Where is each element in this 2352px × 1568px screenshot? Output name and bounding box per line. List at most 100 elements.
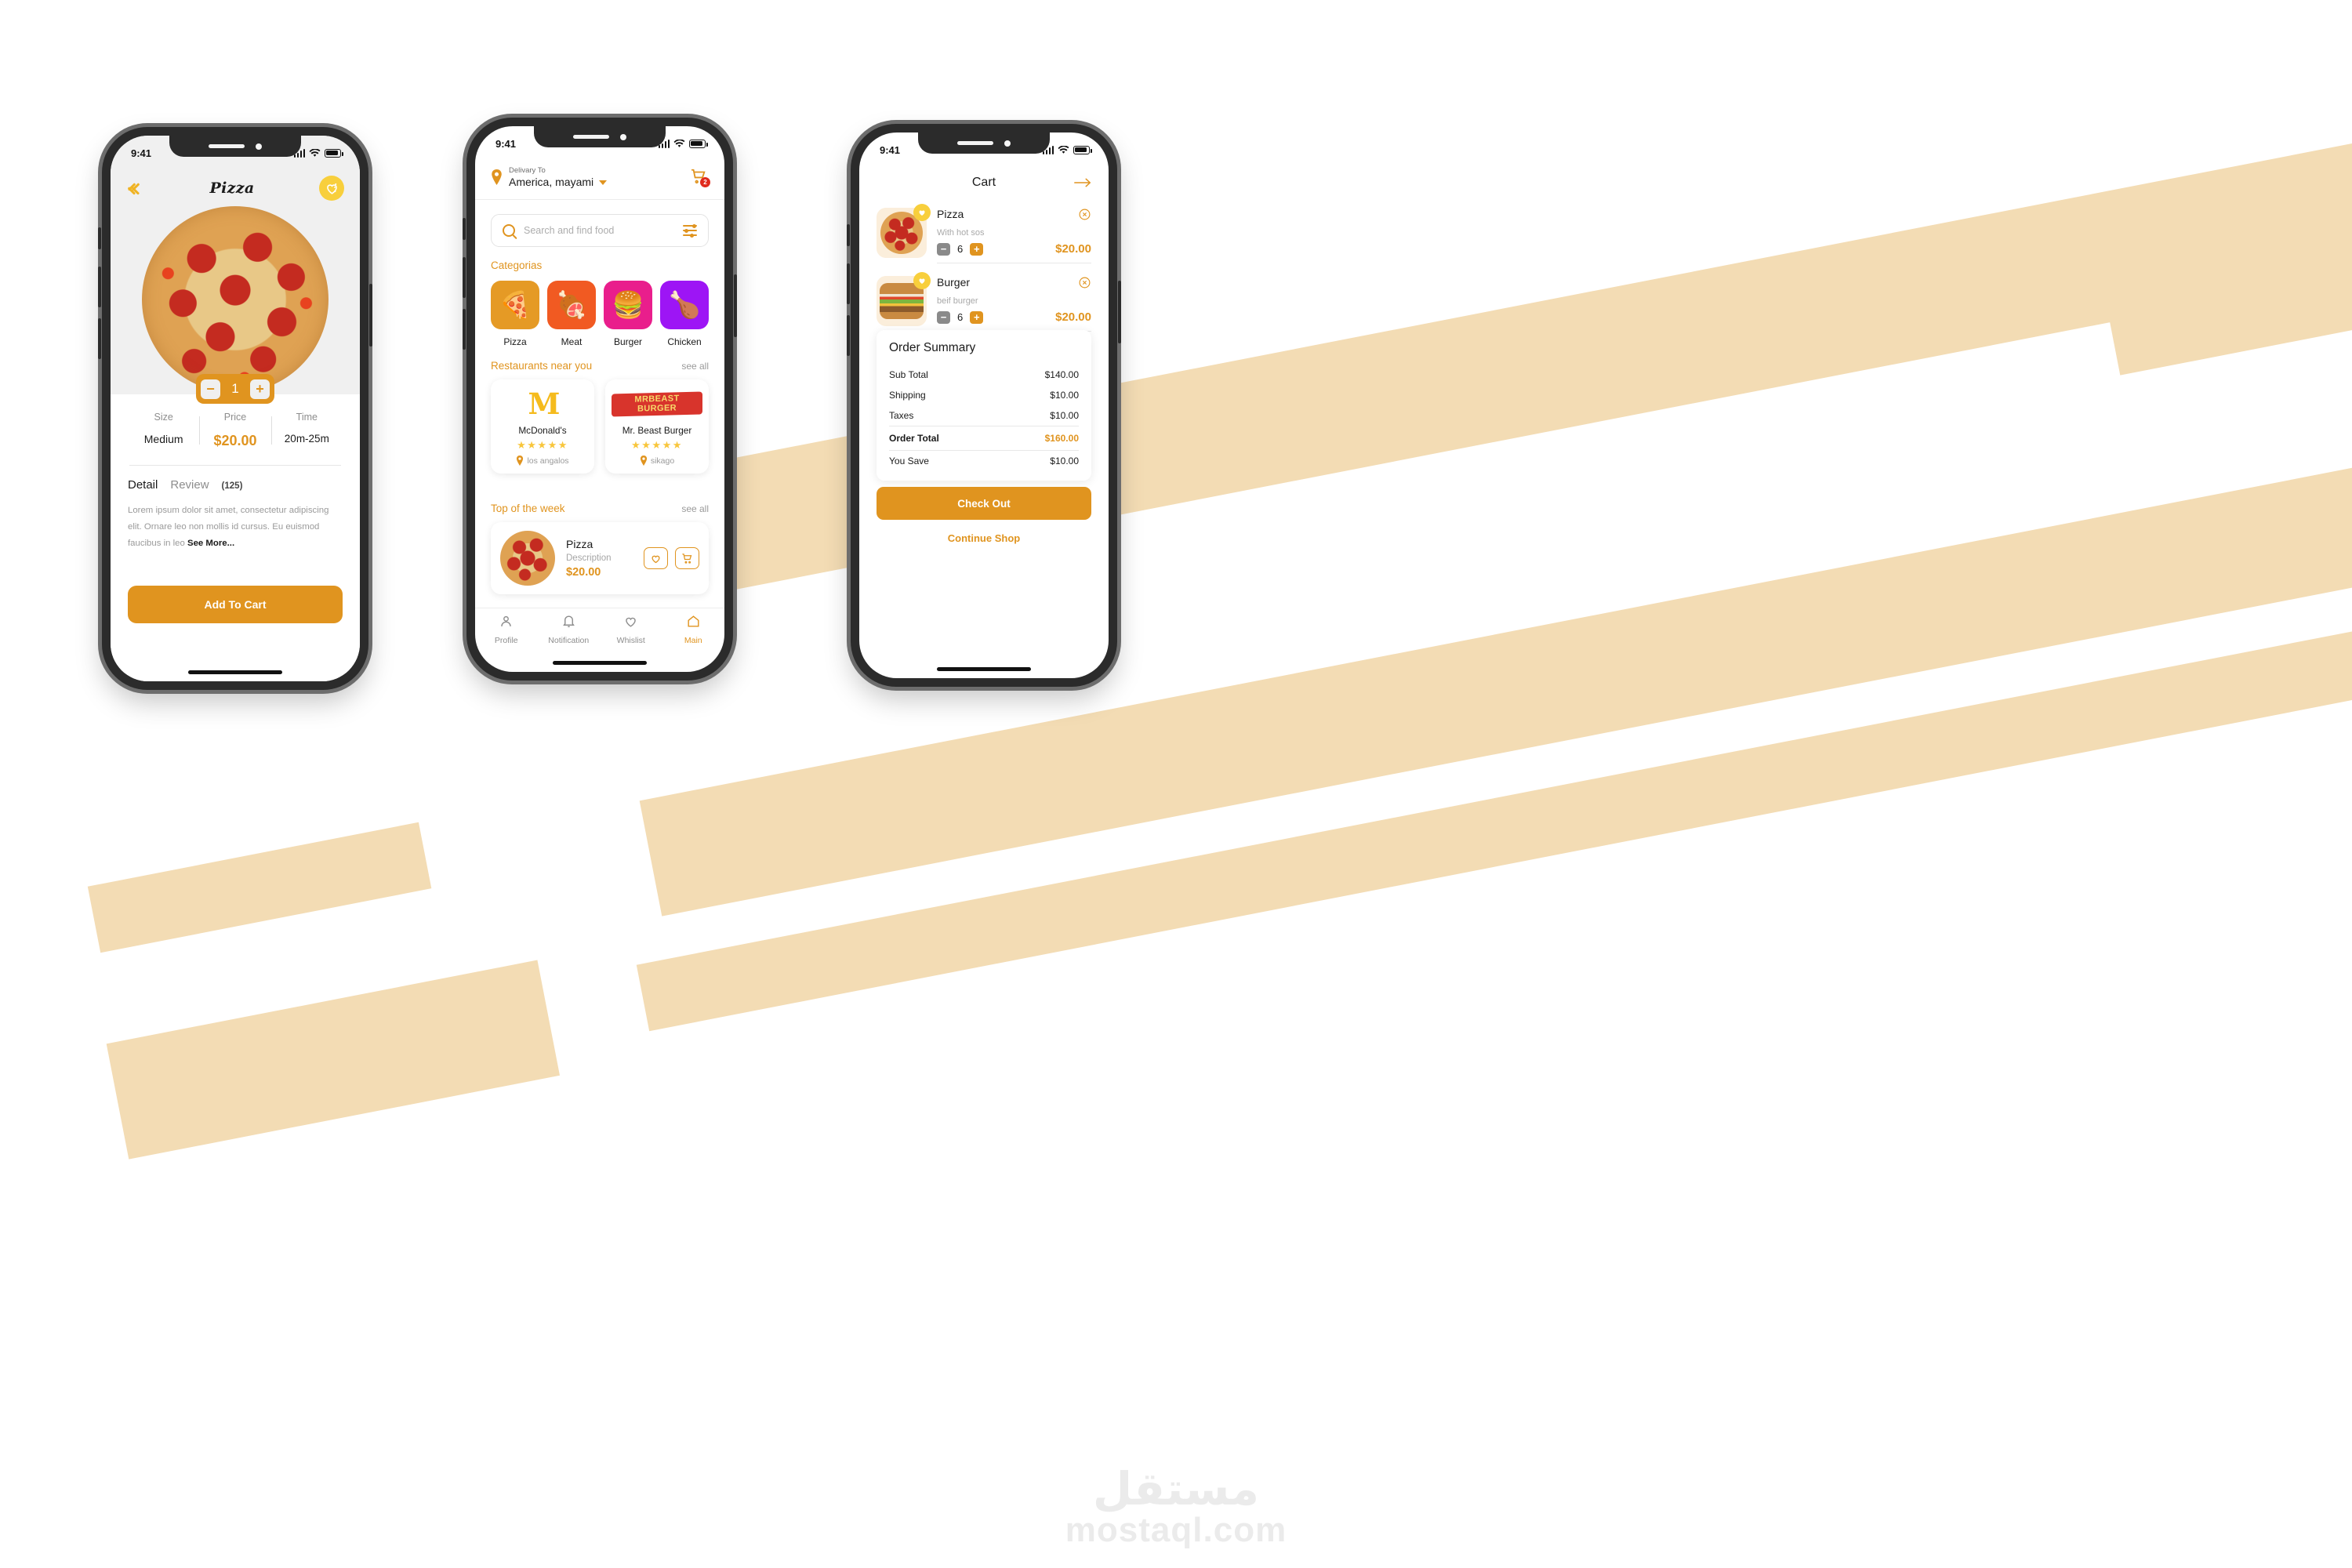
tab-main[interactable]: Main — [662, 614, 725, 647]
category-item-meat[interactable]: 🍖 Meat — [547, 281, 596, 347]
tab-whislist[interactable]: Whislist — [600, 614, 662, 647]
phone-power-button[interactable] — [1118, 281, 1121, 343]
phone-volume-up-button[interactable] — [98, 267, 101, 307]
front-camera — [256, 143, 262, 150]
phone-mockup-cart: 9:41 Cart Pizza With hot sos − 6 + $20.0… — [847, 124, 1121, 687]
spec-price-label: Price — [223, 412, 247, 423]
phone-volume-down-button[interactable] — [847, 315, 850, 356]
quantity-stepper[interactable]: − 1 + — [196, 374, 274, 404]
pizza-icon: 🍕 — [491, 281, 539, 329]
home-indicator[interactable] — [553, 661, 647, 665]
summary-value: $160.00 — [1044, 433, 1079, 444]
page-title: Cart — [971, 176, 996, 189]
bell-icon — [562, 615, 575, 627]
tab-notification[interactable]: Notification — [538, 614, 601, 647]
restaurant-card-mcdonalds[interactable]: M McDonald's ★★★★★ los angalos — [491, 379, 594, 474]
continue-shop-link[interactable]: Continue Shop — [859, 532, 1109, 544]
categories-row: 🍕 Pizza 🍖 Meat 🍔 Burger 🍗 Chicken — [491, 281, 709, 347]
summary-row-you-save: You Save $10.00 — [889, 451, 1079, 471]
summary-label: You Save — [889, 456, 929, 466]
category-item-burger[interactable]: 🍔 Burger — [604, 281, 652, 347]
search-input[interactable]: Search and find food — [491, 214, 709, 247]
status-time: 9:41 — [880, 143, 901, 156]
filter-sliders-icon[interactable] — [683, 223, 697, 238]
close-circle-icon[interactable] — [1078, 208, 1091, 225]
quantity-decrease-button[interactable]: − — [201, 379, 220, 399]
product-details-panel: Size Medium Price $20.00 Time 20m-25m De… — [111, 394, 360, 681]
summary-row-order-total: Order Total $160.00 — [889, 426, 1079, 451]
order-summary-title: Order Summary — [889, 341, 976, 354]
background-band — [87, 822, 432, 953]
cart-item-name: Burger — [937, 276, 971, 289]
category-label: Meat — [561, 336, 583, 347]
phone-power-button[interactable] — [369, 284, 372, 347]
categories-title: Categorias — [491, 260, 543, 271]
wifi-icon — [673, 139, 685, 147]
location-pin-icon — [640, 456, 647, 466]
search-placeholder: Search and find food — [524, 225, 615, 236]
cart-count-badge: 2 — [700, 177, 710, 188]
chevron-down-icon[interactable] — [599, 180, 608, 186]
increase-quantity-button[interactable]: + — [970, 310, 984, 324]
tab-profile[interactable]: Profile — [475, 614, 538, 647]
restaurants-title: Restaurants near you — [491, 360, 593, 372]
food-thumbnail — [500, 531, 555, 586]
heart-favorite-icon[interactable] — [319, 176, 344, 201]
back-arrow-icon[interactable] — [126, 179, 145, 198]
food-info: Pizza Description $20.00 — [566, 538, 633, 579]
restaurants-see-all-link[interactable]: see all — [681, 361, 709, 372]
phone-volume-up-button[interactable] — [463, 257, 466, 298]
decrease-quantity-button[interactable]: − — [937, 310, 950, 324]
home-indicator[interactable] — [188, 670, 282, 674]
top-of-week-see-all-link[interactable]: see all — [681, 503, 709, 514]
rating-stars: ★★★★★ — [517, 439, 568, 451]
add-to-cart-button[interactable]: Add To Cart — [128, 586, 343, 623]
pizza-thumb — [877, 204, 931, 258]
product-image — [142, 206, 328, 393]
spec-price-value: $20.00 — [213, 433, 257, 448]
delivery-address-selector[interactable]: Delivary To America, mayami — [491, 165, 608, 190]
phone-side-button[interactable] — [463, 218, 466, 240]
phone-volume-down-button[interactable] — [463, 309, 466, 350]
spec-time: Time 20m-25m — [270, 412, 343, 449]
shopping-cart-icon[interactable]: 2 — [690, 168, 710, 188]
restaurant-card-mrbeast[interactable]: MRBEAST BURGER Mr. Beast Burger ★★★★★ si… — [605, 379, 709, 474]
phone-side-button[interactable] — [847, 224, 850, 246]
front-camera — [620, 133, 626, 140]
cart-outline-icon[interactable] — [675, 547, 699, 569]
phone-volume-up-button[interactable] — [847, 263, 850, 304]
home-indicator[interactable] — [937, 667, 1031, 671]
tab-label: Main — [684, 635, 702, 645]
decrease-quantity-button[interactable]: − — [937, 242, 950, 256]
food-card[interactable]: Pizza Description $20.00 — [491, 522, 709, 594]
heart-filled-icon[interactable] — [913, 204, 931, 221]
restaurant-location-text: sikago — [650, 456, 675, 466]
phone-side-button[interactable] — [98, 227, 101, 249]
phone-power-button[interactable] — [734, 274, 737, 337]
battery-icon — [325, 148, 343, 158]
category-label: Pizza — [503, 336, 527, 347]
category-item-pizza[interactable]: 🍕 Pizza — [491, 281, 539, 347]
increase-quantity-button[interactable]: + — [970, 242, 984, 256]
cart-item-stepper[interactable]: − 6 + — [937, 310, 984, 324]
tab-detail[interactable]: Detail — [128, 478, 158, 492]
delivery-header: Delivary To America, mayami 2 — [475, 159, 724, 200]
tab-label: Notification — [548, 635, 590, 645]
cart-item-stepper[interactable]: − 6 + — [937, 242, 984, 256]
arrow-right-icon[interactable] — [1074, 177, 1091, 188]
summary-value: $140.00 — [1044, 369, 1079, 380]
phone-mockup-home: 9:41 Delivary To America, mayami 2 Searc… — [463, 118, 737, 681]
phone-volume-down-button[interactable] — [98, 318, 101, 359]
heart-filled-icon[interactable] — [913, 272, 931, 289]
battery-icon — [1073, 145, 1092, 154]
earpiece-speaker — [957, 141, 993, 145]
quantity-increase-button[interactable]: + — [250, 379, 270, 399]
heart-outline-icon[interactable] — [644, 547, 668, 569]
see-more-link[interactable]: See More... — [187, 539, 234, 548]
checkout-button[interactable]: Check Out — [877, 487, 1091, 520]
cart-item-price: $20.00 — [1055, 310, 1091, 324]
close-circle-icon[interactable] — [1078, 276, 1091, 293]
tab-review[interactable]: Review — [170, 478, 209, 492]
summary-row-subtotal: Sub Total $140.00 — [889, 365, 1079, 385]
category-item-chicken[interactable]: 🍗 Chicken — [660, 281, 709, 347]
